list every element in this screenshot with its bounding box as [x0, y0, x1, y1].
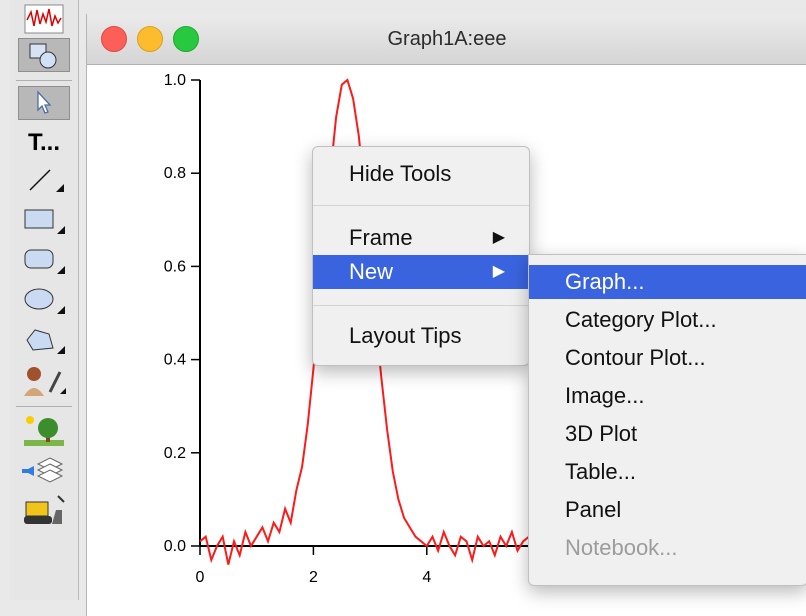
- menu-item-layout-tips[interactable]: Layout Tips: [313, 319, 529, 353]
- palette-separator: [16, 80, 72, 81]
- x-tick-label: 4: [422, 569, 431, 586]
- menu-item-frame[interactable]: Frame ▶: [313, 221, 529, 255]
- title-bar: Graph1A:eee: [87, 14, 806, 65]
- y-tick-label: 0.6: [164, 258, 186, 275]
- y-tick-label: 0.2: [164, 445, 186, 462]
- window-title: Graph1A:eee: [387, 28, 507, 50]
- submenu-item-label: Category Plot...: [565, 307, 717, 332]
- tool-palette: T...: [10, 0, 79, 600]
- drawing-mode-icon[interactable]: [18, 38, 70, 72]
- oval-tool-icon[interactable]: [18, 284, 70, 318]
- submenu-item-notebook: Notebook...: [529, 531, 806, 565]
- tree-icon[interactable]: [18, 414, 70, 448]
- submenu-item-panel[interactable]: Panel: [529, 493, 806, 527]
- menu-item-hide-tools[interactable]: Hide Tools: [313, 157, 529, 191]
- submenu-item-graph[interactable]: Graph...: [529, 265, 806, 299]
- layers-icon[interactable]: [18, 454, 70, 488]
- y-tick-label: 0.4: [164, 352, 186, 369]
- palette-separator: [16, 406, 72, 407]
- menu-item-label: Hide Tools: [349, 161, 452, 186]
- menu-item-label: Frame: [349, 225, 413, 250]
- submenu-item-label: Table...: [565, 459, 636, 484]
- y-tick-label: 0.8: [164, 165, 186, 182]
- x-tick-label: 0: [196, 569, 205, 586]
- rounded-rectangle-tool-icon[interactable]: [18, 244, 70, 278]
- polygon-tool-icon[interactable]: [18, 324, 70, 358]
- submenu-arrow-icon: ▶: [492, 229, 505, 246]
- rectangle-tool-icon[interactable]: [18, 204, 70, 238]
- submenu-item-3d-plot[interactable]: 3D Plot: [529, 417, 806, 451]
- user-pen-icon[interactable]: [18, 364, 70, 398]
- arrow-tool-icon[interactable]: [18, 86, 70, 120]
- submenu-item-label: Graph...: [565, 269, 645, 294]
- submenu-arrow-icon: ▶: [492, 263, 505, 280]
- graph-mode-icon[interactable]: [18, 2, 70, 36]
- submenu-item-label: Notebook...: [565, 535, 678, 560]
- submenu-item-label: Contour Plot...: [565, 345, 706, 370]
- text-tool-icon[interactable]: T...: [18, 126, 70, 160]
- menu-separator: [313, 305, 529, 306]
- submenu-item-label: 3D Plot: [565, 421, 638, 446]
- line-tool-icon[interactable]: [18, 162, 70, 196]
- y-tick-label: 0.0: [164, 538, 186, 555]
- submenu-item-label: Panel: [565, 497, 622, 522]
- submenu-item-contour-plot[interactable]: Contour Plot...: [529, 341, 806, 375]
- bulldozer-icon[interactable]: [18, 494, 70, 528]
- new-submenu: Graph... Category Plot... Contour Plot..…: [528, 254, 806, 586]
- x-tick-label: 2: [309, 569, 318, 586]
- y-tick-label: 1.0: [164, 72, 186, 89]
- context-menu: Hide Tools Frame ▶ New ▶ Layout Tips: [312, 146, 530, 366]
- submenu-item-category-plot[interactable]: Category Plot...: [529, 303, 806, 337]
- menu-item-label: Layout Tips: [349, 323, 462, 348]
- submenu-item-image[interactable]: Image...: [529, 379, 806, 413]
- submenu-item-label: Image...: [565, 383, 645, 408]
- menu-separator: [313, 205, 529, 206]
- y-axis-ticks: 0.0 0.2 0.4 0.6 0.8 1.0: [164, 72, 200, 555]
- menu-item-label: New: [349, 259, 394, 284]
- submenu-item-table[interactable]: Table...: [529, 455, 806, 489]
- text-tool-label: T...: [27, 129, 60, 156]
- menu-item-new[interactable]: New ▶: [313, 255, 529, 289]
